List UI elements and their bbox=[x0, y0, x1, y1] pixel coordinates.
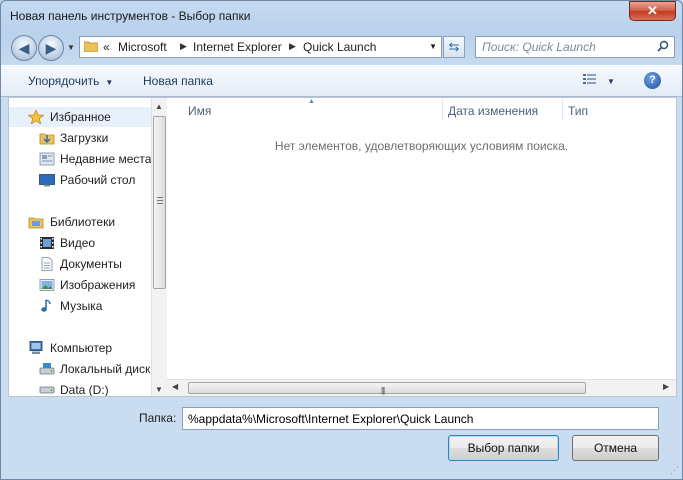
column-header-date[interactable]: Дата изменения bbox=[443, 98, 561, 122]
scroll-up-icon[interactable]: ▲ bbox=[155, 102, 163, 111]
nav-pictures-label: Изображения bbox=[60, 278, 136, 292]
title-bar: Новая панель инструментов - Выбор папки … bbox=[1, 1, 682, 31]
nav-downloads[interactable]: Загрузки bbox=[9, 128, 159, 148]
nav-data-drive[interactable]: Data (D:) bbox=[9, 380, 159, 396]
nav-libraries-label: Библиотеки bbox=[50, 215, 116, 229]
navigation-pane: Избранное Загрузки Недавние места Рабочи… bbox=[9, 98, 167, 396]
command-bar: Упорядочить ▼ Новая папка ▼ ? bbox=[1, 65, 682, 97]
organize-label: Упорядочить bbox=[28, 74, 100, 88]
back-arrow-icon: ◀ bbox=[18, 40, 30, 56]
address-bar[interactable]: « Microsoft ▶ Internet Explorer ▶ Quick … bbox=[79, 36, 442, 58]
refresh-button[interactable]: ⇆ bbox=[443, 36, 465, 58]
nav-documents-label: Документы bbox=[60, 257, 122, 271]
nav-local-disk[interactable]: Локальный диск bbox=[9, 359, 159, 379]
file-horizontal-scrollbar[interactable]: ◀ ||| ▶ bbox=[167, 379, 676, 396]
new-folder-button[interactable]: Новая папка bbox=[143, 74, 213, 88]
folder-field-label: Папка: bbox=[139, 411, 177, 425]
refresh-icon: ⇆ bbox=[448, 39, 460, 54]
nav-pictures[interactable]: Изображения bbox=[9, 275, 159, 295]
chevron-down-icon: ▼ bbox=[105, 78, 114, 87]
search-box[interactable]: Поиск: Quick Launch bbox=[475, 36, 675, 58]
view-options-icon[interactable] bbox=[583, 73, 597, 85]
cancel-button[interactable]: Отмена bbox=[572, 435, 659, 461]
nav-music-label: Музыка bbox=[60, 299, 103, 313]
organize-button[interactable]: Упорядочить ▼ bbox=[28, 74, 113, 88]
horizontal-scroll-thumb[interactable]: ||| bbox=[188, 382, 586, 395]
column-date-label: Дата изменения bbox=[448, 104, 539, 118]
empty-list-message: Нет элементов, удовлетворяющих условиям … bbox=[274, 139, 569, 153]
pictures-icon bbox=[39, 279, 55, 291]
forward-button[interactable]: ▶ bbox=[38, 35, 64, 61]
breadcrumb-separator-icon[interactable]: ▶ bbox=[289, 41, 296, 52]
address-overflow[interactable]: « bbox=[103, 40, 110, 54]
file-list-pane: ▲ Имя Дата изменения Тип Нет элементов, … bbox=[167, 98, 676, 396]
libraries-icon bbox=[28, 217, 44, 229]
nav-favorites-label: Избранное bbox=[50, 110, 111, 124]
nav-desktop[interactable]: Рабочий стол bbox=[9, 170, 159, 190]
recent-places-icon bbox=[39, 152, 55, 166]
nav-recent-places[interactable]: Недавние места bbox=[9, 149, 159, 169]
scroll-thumb[interactable] bbox=[153, 116, 166, 289]
documents-icon bbox=[41, 257, 53, 271]
select-folder-button[interactable]: Выбор папки bbox=[448, 435, 559, 461]
local-disk-icon bbox=[39, 363, 55, 375]
recent-pages-dropdown-icon[interactable]: ▼ bbox=[67, 43, 75, 52]
nav-computer-label: Компьютер bbox=[50, 341, 113, 355]
window-title: Новая панель инструментов - Выбор папки bbox=[10, 9, 251, 23]
desktop-icon bbox=[39, 174, 55, 187]
star-icon bbox=[28, 110, 44, 124]
back-button[interactable]: ◀ bbox=[11, 35, 37, 61]
nav-desktop-label: Рабочий стол bbox=[60, 173, 136, 187]
column-name-label: Имя bbox=[188, 104, 212, 118]
nav-local-disk-label: Локальный диск bbox=[60, 362, 151, 376]
nav-vertical-scrollbar[interactable]: ▲ ▼ bbox=[151, 98, 167, 396]
column-type-label: Тип bbox=[568, 104, 589, 118]
help-icon[interactable]: ? bbox=[644, 72, 661, 89]
breadcrumb-quick-launch[interactable]: Quick Launch bbox=[303, 40, 376, 54]
nav-music[interactable]: Музыка bbox=[9, 296, 159, 316]
scroll-left-icon[interactable]: ◀ bbox=[172, 382, 178, 391]
view-dropdown-icon[interactable]: ▼ bbox=[607, 77, 615, 86]
breadcrumb-microsoft[interactable]: Microsoft bbox=[118, 40, 167, 54]
column-header-name[interactable]: Имя bbox=[167, 98, 442, 122]
folder-path-input[interactable] bbox=[182, 407, 659, 430]
scroll-right-icon[interactable]: ▶ bbox=[663, 382, 669, 391]
forward-arrow-icon: ▶ bbox=[45, 40, 57, 56]
column-header-type[interactable]: Тип bbox=[563, 98, 663, 122]
nav-favorites[interactable]: Избранное bbox=[9, 107, 159, 127]
search-icon[interactable] bbox=[657, 40, 669, 52]
drive-icon bbox=[39, 386, 55, 394]
music-icon bbox=[41, 299, 51, 312]
video-icon bbox=[40, 237, 54, 249]
nav-documents[interactable]: Документы bbox=[9, 254, 159, 274]
address-dropdown-icon[interactable]: ▼ bbox=[429, 42, 437, 51]
nav-libraries[interactable]: Библиотеки bbox=[9, 212, 159, 232]
close-button[interactable]: ✕ bbox=[629, 1, 676, 21]
search-input[interactable]: Поиск: Quick Launch bbox=[482, 40, 596, 54]
breadcrumb-internet-explorer[interactable]: Internet Explorer bbox=[193, 40, 282, 54]
scroll-down-icon[interactable]: ▼ bbox=[155, 385, 163, 394]
nav-data-drive-label: Data (D:) bbox=[60, 383, 109, 396]
nav-computer[interactable]: Компьютер bbox=[9, 338, 159, 358]
nav-downloads-label: Загрузки bbox=[60, 131, 109, 145]
browser-area: Избранное Загрузки Недавние места Рабочи… bbox=[8, 97, 677, 397]
nav-recent-places-label: Недавние места bbox=[60, 152, 152, 166]
folder-icon bbox=[84, 41, 98, 52]
breadcrumb-separator-icon[interactable]: ▶ bbox=[180, 41, 187, 52]
computer-icon bbox=[29, 341, 43, 354]
downloads-icon bbox=[39, 133, 55, 145]
resize-grip-icon[interactable]: ⋰ bbox=[670, 465, 679, 476]
nav-video[interactable]: Видео bbox=[9, 233, 159, 253]
dialog-window: Новая панель инструментов - Выбор папки … bbox=[0, 0, 683, 480]
nav-video-label: Видео bbox=[60, 236, 96, 250]
